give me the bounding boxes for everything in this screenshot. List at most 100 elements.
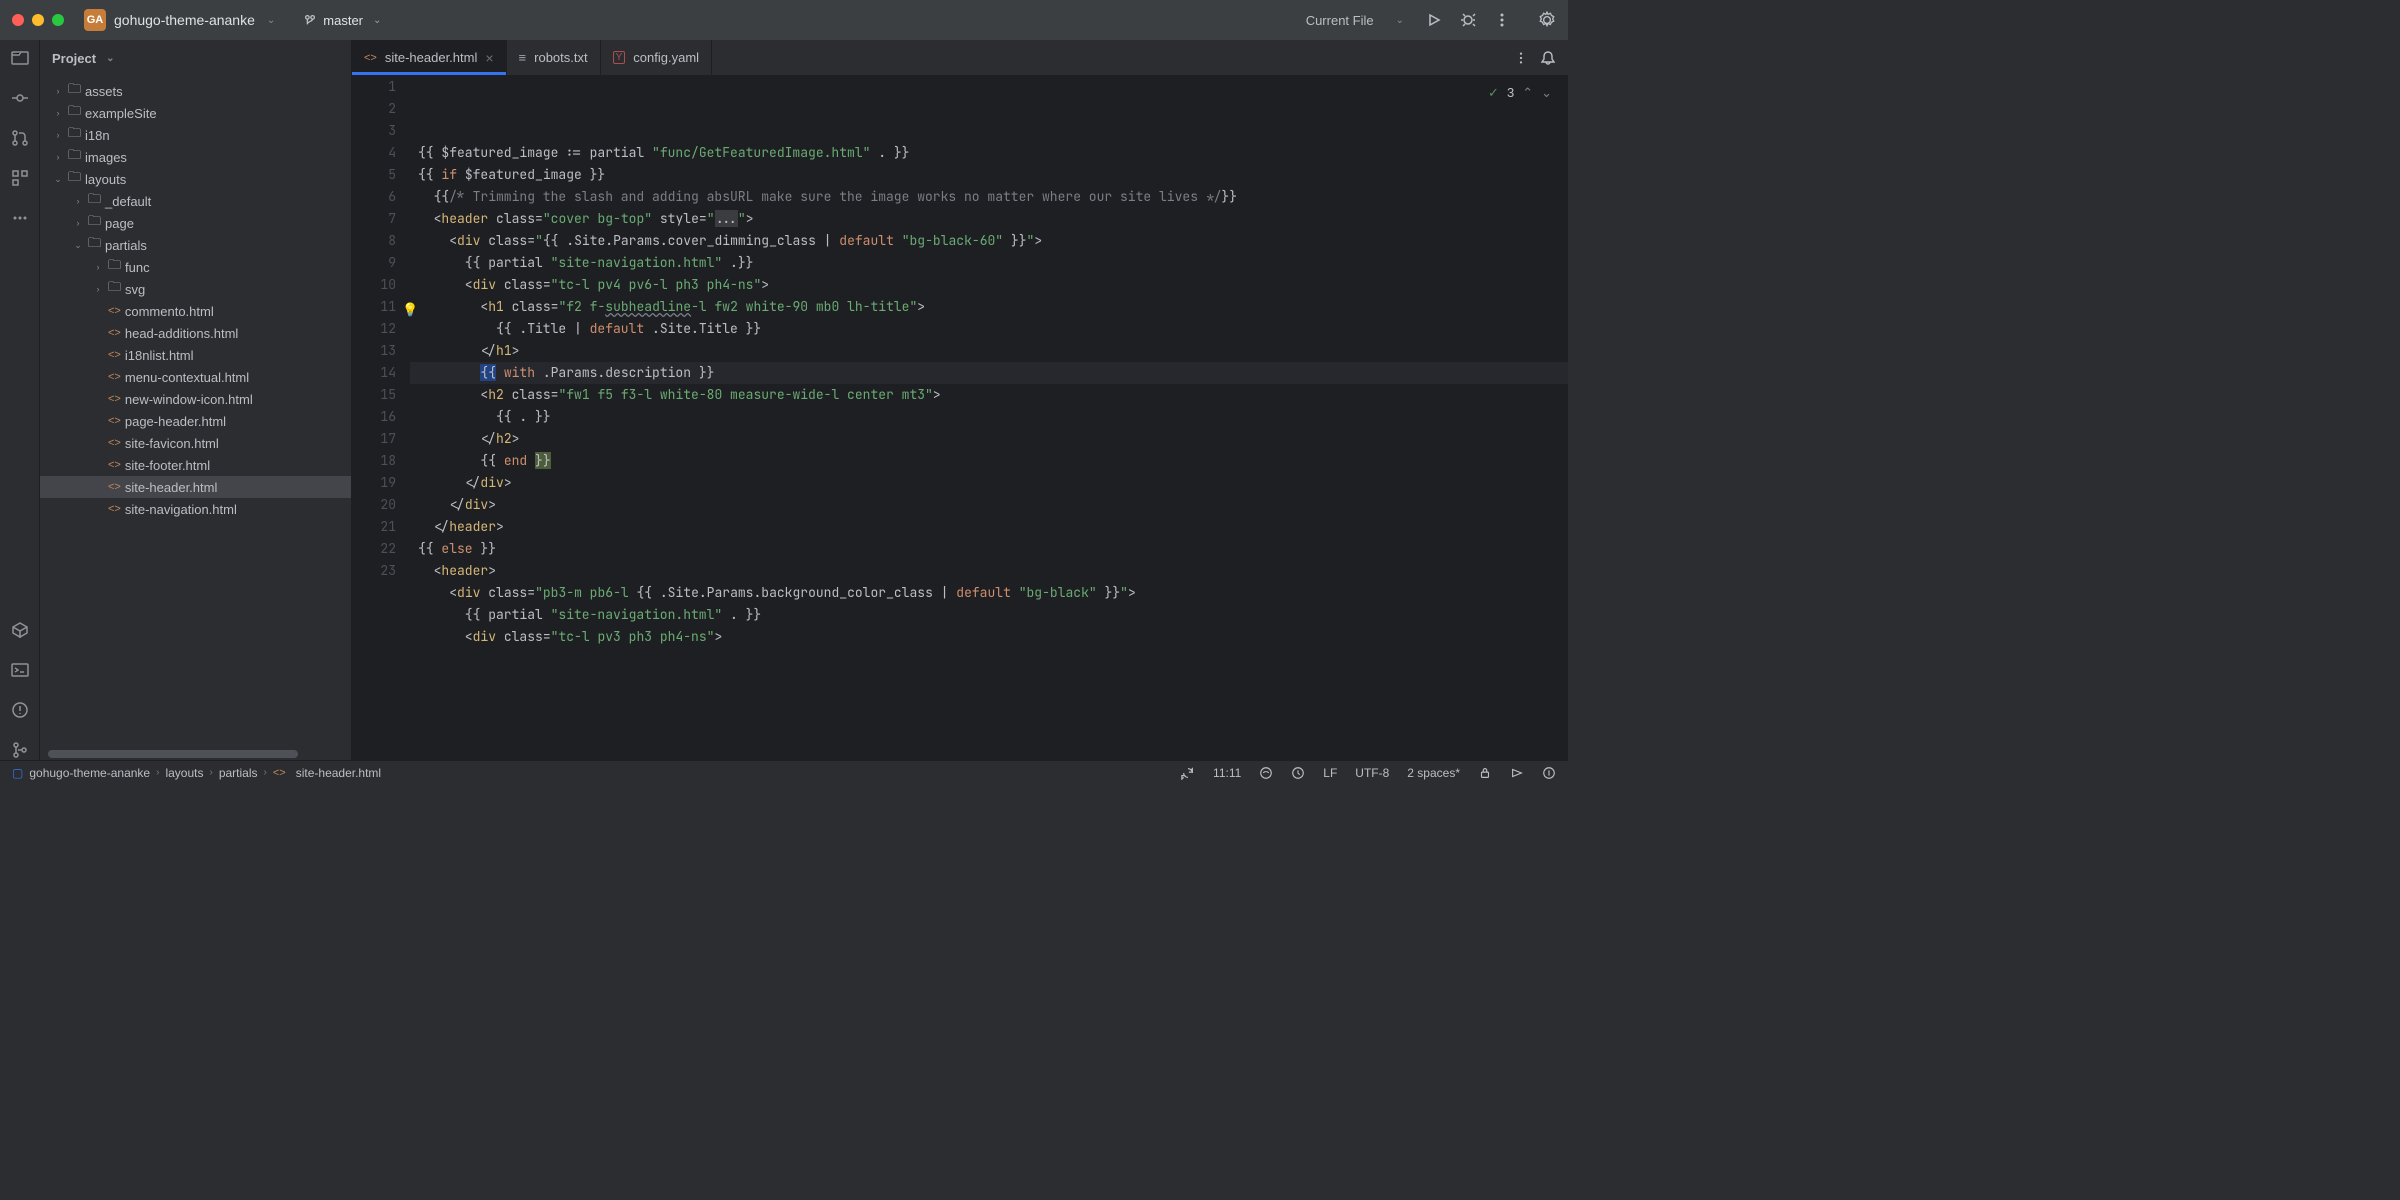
code-line[interactable]: {{/* Trimming the slash and adding absUR… <box>410 186 1568 208</box>
gutter-line[interactable]: 5 <box>352 164 396 186</box>
gutter-line[interactable]: 10 <box>352 274 396 296</box>
file-encoding[interactable]: UTF-8 <box>1355 766 1389 780</box>
tree-item-commento-html[interactable]: <>commento.html <box>40 300 351 322</box>
code-line[interactable]: <div class="tc-l pv3 ph3 ph4-ns"> <box>410 626 1568 648</box>
code-line[interactable]: {{ end }} <box>410 450 1568 472</box>
power-save-icon[interactable] <box>1542 766 1556 780</box>
structure-tool-icon[interactable] <box>10 168 30 188</box>
code-line[interactable]: <header> <box>410 560 1568 582</box>
breadcrumb-segment[interactable]: gohugo-theme-ananke <box>29 766 150 780</box>
code-line[interactable]: <div class="{{ .Site.Params.cover_dimmin… <box>410 230 1568 252</box>
gutter-line[interactable]: 9 <box>352 252 396 274</box>
maximize-window-button[interactable] <box>52 14 64 26</box>
tree-item-images[interactable]: ›🗀images <box>40 146 351 168</box>
code-line[interactable]: <div class="pb3-m pb6-l {{ .Site.Params.… <box>410 582 1568 604</box>
tree-item-new-window-icon-html[interactable]: <>new-window-icon.html <box>40 388 351 410</box>
gutter-line[interactable]: 3 <box>352 120 396 142</box>
breadcrumb-segment[interactable]: partials <box>219 766 258 780</box>
tree-item-partials[interactable]: ⌄🗀partials <box>40 234 351 256</box>
tree-item-menu-contextual-html[interactable]: <>menu-contextual.html <box>40 366 351 388</box>
tree-item-site-header-html[interactable]: <>site-header.html <box>40 476 351 498</box>
feedback-icon[interactable] <box>1510 766 1524 780</box>
file-tree[interactable]: ›🗀assets›🗀exampleSite›🗀i18n›🗀images⌄🗀lay… <box>40 76 351 750</box>
gutter-line[interactable]: 8 <box>352 230 396 252</box>
gutter-line[interactable]: 19 <box>352 472 396 494</box>
readonly-icon[interactable] <box>1478 766 1492 780</box>
project-tool-icon[interactable] <box>10 48 30 68</box>
run-icon[interactable] <box>1426 12 1442 28</box>
gutter-line[interactable]: 16 <box>352 406 396 428</box>
code-line[interactable]: </header> <box>410 516 1568 538</box>
gutter-line[interactable]: 23 <box>352 560 396 582</box>
gutter-line[interactable]: 4 <box>352 142 396 164</box>
problems-tool-icon[interactable] <box>10 700 30 720</box>
more-tool-icon[interactable] <box>10 208 30 228</box>
tree-item-site-footer-html[interactable]: <>site-footer.html <box>40 454 351 476</box>
inspection-widget[interactable]: ✓ 3 ⌃ ⌄ <box>1488 82 1552 104</box>
sync-icon[interactable] <box>1181 766 1195 780</box>
code-line[interactable]: <h1 class="f2 f-subheadline-l fw2 white-… <box>410 296 1568 318</box>
gutter-line[interactable]: 13 <box>352 340 396 362</box>
gutter-line[interactable]: 15 <box>352 384 396 406</box>
code-line[interactable]: </h2> <box>410 428 1568 450</box>
more-icon[interactable] <box>1494 12 1510 28</box>
tree-item-page-header-html[interactable]: <>page-header.html <box>40 410 351 432</box>
close-tab-icon[interactable]: × <box>485 50 493 66</box>
editor-tab-robots-txt[interactable]: ≡robots.txt <box>507 40 601 75</box>
breadcrumb[interactable]: ▢gohugo-theme-ananke›layouts›partials›<>… <box>12 766 381 780</box>
debug-icon[interactable] <box>1460 12 1476 28</box>
indent-setting[interactable]: 2 spaces* <box>1407 766 1460 780</box>
terminal-tool-icon[interactable] <box>10 660 30 680</box>
gutter-line[interactable]: 6 <box>352 186 396 208</box>
code-line[interactable]: {{ .Title | default .Site.Title }} <box>410 318 1568 340</box>
project-name[interactable]: gohugo-theme-ananke <box>114 12 255 28</box>
code-line[interactable]: </div> <box>410 472 1568 494</box>
time-status-icon[interactable] <box>1291 766 1305 780</box>
code-line[interactable]: {{ $featured_image := partial "func/GetF… <box>410 142 1568 164</box>
gutter-line[interactable]: 18 <box>352 450 396 472</box>
services-tool-icon[interactable] <box>10 620 30 640</box>
gutter-line[interactable]: 1 <box>352 76 396 98</box>
tree-item-assets[interactable]: ›🗀assets <box>40 80 351 102</box>
gutter-line[interactable]: 11💡 <box>352 296 396 318</box>
commit-tool-icon[interactable] <box>10 88 30 108</box>
chevron-down-icon[interactable]: ⌄ <box>1396 15 1404 26</box>
code-line[interactable]: {{ partial "site-navigation.html" . }} <box>410 604 1568 626</box>
minimize-window-button[interactable] <box>32 14 44 26</box>
tree-item-i18nlist-html[interactable]: <>i18nlist.html <box>40 344 351 366</box>
editor-tab-config-yaml[interactable]: Yconfig.yaml <box>601 40 712 75</box>
ai-status-icon[interactable] <box>1259 766 1273 780</box>
tree-item-layouts[interactable]: ⌄🗀layouts <box>40 168 351 190</box>
run-config-label[interactable]: Current File <box>1306 13 1374 28</box>
settings-icon[interactable] <box>1538 11 1556 29</box>
breadcrumb-segment[interactable]: layouts <box>165 766 203 780</box>
gutter-line[interactable]: 2 <box>352 98 396 120</box>
gutter-line[interactable]: 12 <box>352 318 396 340</box>
prev-highlight-icon[interactable]: ⌃ <box>1522 82 1533 104</box>
tab-more-icon[interactable] <box>1514 51 1528 65</box>
code-line[interactable]: {{ partial "site-navigation.html" .}} <box>410 252 1568 274</box>
tree-item-_default[interactable]: ›🗀_default <box>40 190 351 212</box>
pull-request-icon[interactable] <box>10 128 30 148</box>
gutter-line[interactable]: 14 <box>352 362 396 384</box>
gutter-line[interactable]: 22 <box>352 538 396 560</box>
vcs-branch[interactable]: master ⌄ <box>303 13 385 28</box>
tree-item-func[interactable]: ›🗀func <box>40 256 351 278</box>
sidebar-header[interactable]: Project ⌄ <box>40 40 351 76</box>
next-highlight-icon[interactable]: ⌄ <box>1541 82 1552 104</box>
line-separator[interactable]: LF <box>1323 766 1337 780</box>
vcs-tool-icon[interactable] <box>10 740 30 760</box>
editor-tab-site-header-html[interactable]: <>site-header.html× <box>352 40 507 75</box>
project-badge[interactable]: GA <box>84 9 106 31</box>
gutter-line[interactable]: 7 <box>352 208 396 230</box>
code-line[interactable]: <header class="cover bg-top" style="..."… <box>410 208 1568 230</box>
code-editor[interactable]: 1234567891011💡121314151617181920212223 ✓… <box>352 76 1568 760</box>
tree-item-site-navigation-html[interactable]: <>site-navigation.html <box>40 498 351 520</box>
close-window-button[interactable] <box>12 14 24 26</box>
cursor-position[interactable]: 11:11 <box>1213 766 1241 780</box>
code-line[interactable]: {{ . }} <box>410 406 1568 428</box>
code-line[interactable]: {{ with .Params.description }} <box>410 362 1568 384</box>
gutter-line[interactable]: 20 <box>352 494 396 516</box>
code-line[interactable]: {{ if $featured_image }} <box>410 164 1568 186</box>
tree-item-head-additions-html[interactable]: <>head-additions.html <box>40 322 351 344</box>
